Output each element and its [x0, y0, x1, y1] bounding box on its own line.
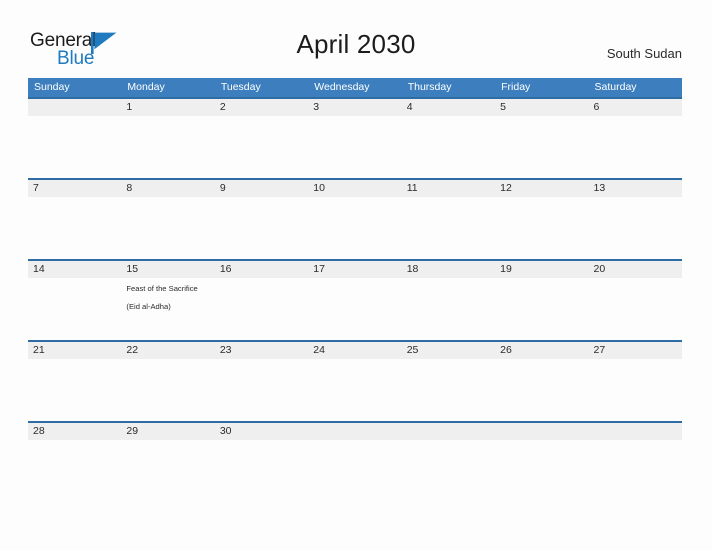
day-number [500, 423, 583, 440]
day-cell[interactable] [589, 423, 682, 502]
day-number: 3 [313, 101, 320, 113]
day-cell[interactable]: 8 [121, 180, 214, 259]
day-cell[interactable]: 12 [495, 180, 588, 259]
day-cell[interactable]: 30 [215, 423, 308, 502]
day-number: 26 [500, 344, 512, 356]
day-number: 5 [500, 101, 506, 113]
page-header: General Blue April 2030 South Sudan [0, 0, 712, 78]
day-cell[interactable]: 15 Feast of the Sacrifice (Eid al-Adha) [121, 261, 214, 340]
day-cell[interactable]: 2 [215, 99, 308, 178]
day-number: 17 [313, 263, 325, 275]
day-number: 20 [593, 263, 606, 275]
week-row: 7 8 9 10 11 12 13 [28, 178, 682, 259]
day-cell[interactable]: 24 [308, 342, 401, 421]
weekday-header-sunday: Sunday [34, 81, 70, 93]
day-number: 9 [219, 182, 226, 194]
day-number: 13 [593, 182, 606, 194]
day-cell[interactable]: 23 [215, 342, 308, 421]
day-cell[interactable]: 4 [402, 99, 495, 178]
day-cell[interactable]: 9 [215, 180, 308, 259]
day-number: 10 [313, 182, 325, 194]
weekday-header-row: Sunday Monday Tuesday Wednesday Thursday… [28, 78, 682, 97]
day-cell[interactable]: 16 [215, 261, 308, 340]
country-label: South Sudan [606, 46, 682, 61]
day-number: 25 [406, 344, 419, 356]
day-cell[interactable]: 22 [121, 342, 214, 421]
day-number: 21 [33, 344, 45, 356]
day-number: 27 [593, 344, 606, 356]
day-cell[interactable]: 7 [28, 180, 121, 259]
day-number: 11 [406, 182, 418, 194]
page-title: April 2030 [296, 29, 416, 59]
day-number [407, 423, 490, 440]
week-row: 14 15 Feast of the Sacrifice (Eid al-Adh… [28, 259, 682, 340]
weekday-header-friday: Friday [501, 81, 531, 93]
day-cell[interactable]: 6 [589, 99, 682, 178]
day-number: 1 [126, 101, 133, 113]
day-number: 8 [126, 182, 133, 194]
day-cell[interactable]: 3 [308, 99, 401, 178]
day-cell[interactable]: 14 [28, 261, 121, 340]
weekday-header-saturday: Saturday [594, 81, 637, 93]
day-cell[interactable]: 19 [495, 261, 588, 340]
day-number: 19 [500, 263, 512, 275]
day-number: 12 [500, 182, 512, 194]
day-cell[interactable]: 17 [308, 261, 401, 340]
day-cell[interactable] [495, 423, 588, 502]
weekday-header-wednesday: Wednesday [314, 81, 370, 93]
day-number: 23 [219, 344, 232, 356]
week-row: 21 22 23 24 25 26 27 [28, 340, 682, 421]
day-number [313, 423, 396, 440]
day-number: 16 [219, 263, 232, 275]
day-number: 14 [33, 263, 45, 275]
day-cell[interactable]: 28 [28, 423, 121, 502]
day-number [594, 423, 677, 440]
day-number: 7 [33, 182, 39, 194]
day-cell[interactable] [308, 423, 401, 502]
calendar-page: General Blue April 2030 South Sudan Sund… [0, 0, 712, 550]
calendar-grid: Sunday Monday Tuesday Wednesday Thursday… [28, 78, 682, 502]
day-number: 18 [406, 263, 419, 275]
day-number: 22 [126, 344, 139, 356]
day-cell[interactable]: 26 [495, 342, 588, 421]
day-number: 4 [406, 101, 413, 113]
day-number: 30 [219, 425, 232, 437]
weekday-header-thursday: Thursday [407, 81, 452, 93]
day-cell[interactable] [28, 99, 121, 178]
day-number: 2 [219, 101, 226, 113]
day-cell[interactable]: 10 [308, 180, 401, 259]
day-number: 28 [33, 425, 45, 437]
day-cell[interactable]: 21 [28, 342, 121, 421]
day-number [33, 99, 116, 116]
day-cell[interactable]: 1 [121, 99, 214, 178]
day-number: 24 [313, 344, 325, 356]
weekday-header-monday: Monday [127, 81, 165, 93]
week-row: 1 2 3 4 5 6 [28, 97, 682, 178]
weekday-header-tuesday: Tuesday [220, 81, 261, 93]
day-cell[interactable]: 27 [589, 342, 682, 421]
day-cell[interactable]: 20 [589, 261, 682, 340]
day-cell[interactable]: 13 [589, 180, 682, 259]
day-cell[interactable]: 29 [121, 423, 214, 502]
week-row: 28 29 30 [28, 421, 682, 502]
day-number: 29 [126, 425, 139, 437]
day-cell[interactable]: 5 [495, 99, 588, 178]
day-number: 15 [126, 263, 139, 275]
day-number: 6 [593, 101, 600, 113]
day-cell[interactable]: 18 [402, 261, 495, 340]
day-cell[interactable]: 11 [402, 180, 495, 259]
day-cell[interactable]: 25 [402, 342, 495, 421]
day-event: Feast of the Sacrifice (Eid al-Adha) [126, 284, 198, 311]
day-cell[interactable] [402, 423, 495, 502]
